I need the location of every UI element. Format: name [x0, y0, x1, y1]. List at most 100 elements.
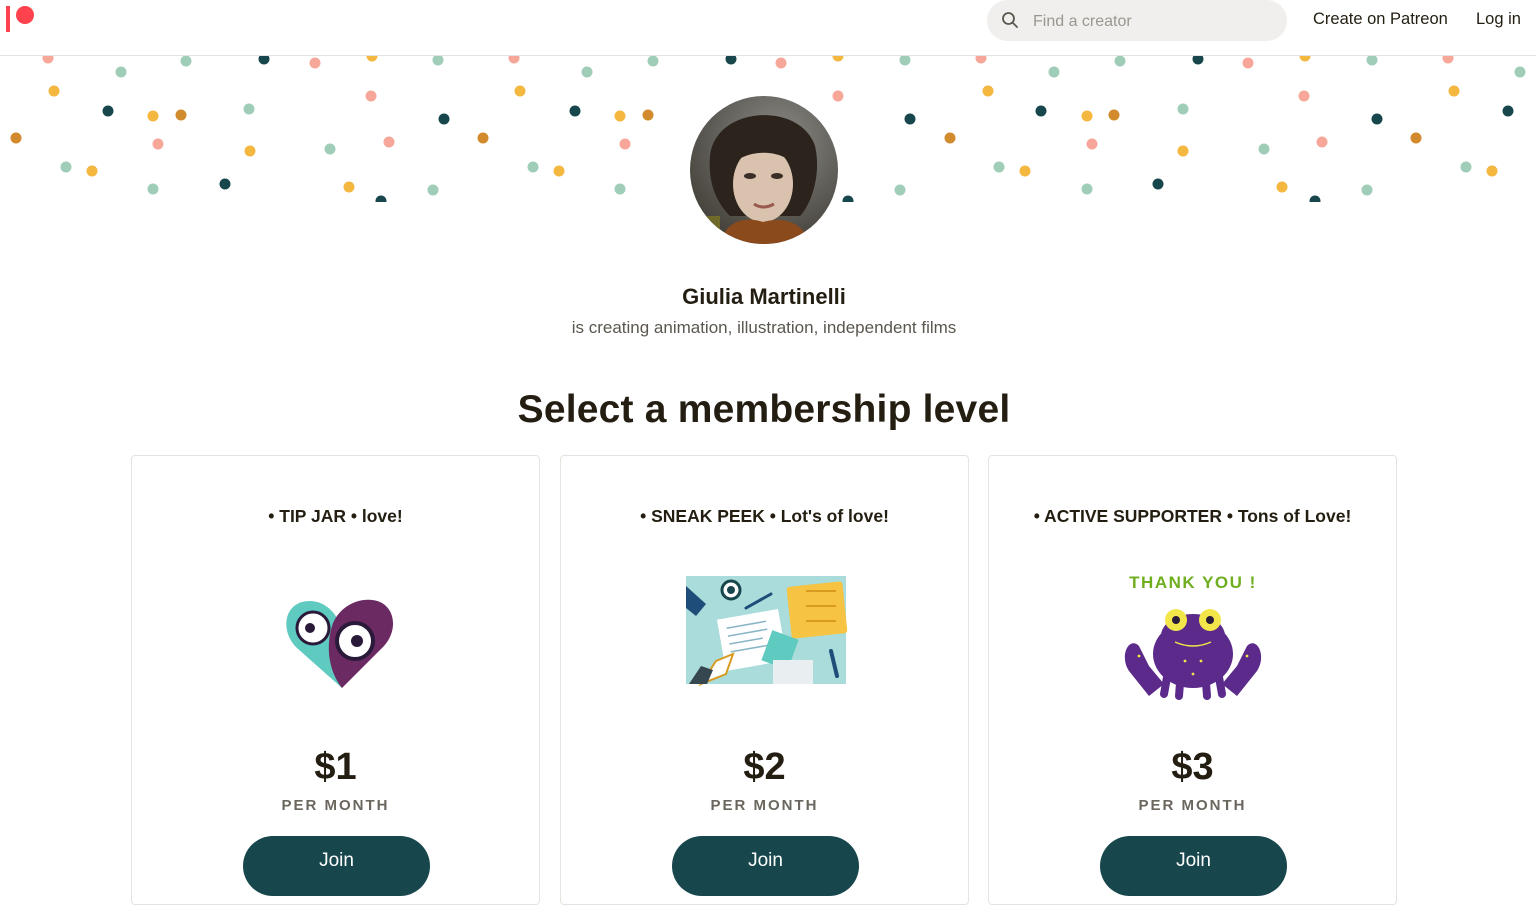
confetti-dot [1177, 103, 1189, 115]
confetti-dot [642, 109, 654, 121]
thank-you-frog-illustration: THANK YOU ! [989, 566, 1396, 706]
confetti-dot [1108, 109, 1120, 121]
join-button-tip-jar[interactable]: Join [243, 836, 430, 896]
search-input[interactable] [1031, 8, 1275, 36]
create-on-patreon-link[interactable]: Create on Patreon [1313, 10, 1448, 29]
confetti-dot [975, 56, 987, 64]
confetti-dot [1448, 85, 1460, 97]
confetti-dot [244, 145, 256, 157]
confetti-dot [324, 143, 336, 155]
confetti-dot [1371, 113, 1383, 125]
tier-card-tip-jar: • TIP JAR • love! $1 PER MONTH Join [131, 455, 540, 905]
confetti-dot [1299, 56, 1311, 62]
confetti-dot [832, 56, 844, 62]
confetti-dot [115, 66, 127, 78]
confetti-dot [993, 161, 1005, 173]
confetti-dot [619, 138, 631, 150]
desk-sketch-illustration [561, 566, 968, 706]
confetti-dot [86, 165, 98, 177]
confetti-dot [1442, 56, 1454, 64]
confetti-dot [1081, 183, 1093, 195]
heart-eyes-illustration [132, 566, 539, 706]
confetti-dot [10, 132, 22, 144]
confetti-dot [152, 138, 164, 150]
confetti-dot [527, 161, 539, 173]
confetti-dot [1361, 184, 1373, 196]
confetti-dot [365, 90, 377, 102]
confetti-dot [432, 56, 444, 66]
confetti-dot [1242, 57, 1254, 69]
confetti-dot [147, 110, 159, 122]
confetti-dot [1258, 143, 1270, 155]
confetti-dot [1502, 105, 1514, 117]
confetti-dot [1316, 136, 1328, 148]
top-navigation-bar: Create on Patreon Log in [0, 0, 1536, 56]
confetti-dot [383, 136, 395, 148]
confetti-dot [1276, 181, 1288, 193]
confetti-dot [60, 161, 72, 173]
confetti-dot [725, 56, 737, 65]
login-link[interactable]: Log in [1476, 10, 1521, 29]
patreon-logo[interactable] [6, 6, 36, 32]
join-button-sneak-peek[interactable]: Join [672, 836, 859, 896]
search-icon [1002, 12, 1018, 28]
confetti-dot [1309, 195, 1321, 202]
confetti-dot [375, 195, 387, 202]
confetti-dot [42, 56, 54, 64]
confetti-dot [309, 57, 321, 69]
creator-avatar[interactable] [690, 96, 838, 244]
confetti-dot [832, 90, 844, 102]
confetti-dot [1177, 145, 1189, 157]
confetti-dot [982, 85, 994, 97]
confetti-dot [899, 56, 911, 66]
confetti-dot [775, 57, 787, 69]
tier-period: PER MONTH [281, 797, 390, 814]
confetti-dot [647, 56, 659, 67]
confetti-dot [1192, 56, 1204, 65]
confetti-dot [1410, 132, 1422, 144]
search-box[interactable] [987, 0, 1287, 41]
confetti-dot [48, 85, 60, 97]
tier-card-sneak-peek: • SNEAK PEEK • Lot's of love! $2 PER MON… [560, 455, 969, 905]
confetti-dot [842, 195, 854, 202]
confetti-dot [258, 56, 270, 65]
confetti-dot [147, 183, 159, 195]
confetti-dot [1514, 66, 1526, 78]
confetti-dot [180, 56, 192, 67]
tier-price: $1 [314, 746, 357, 788]
confetti-dot [1019, 165, 1031, 177]
confetti-dot [366, 56, 378, 62]
confetti-dot [477, 132, 489, 144]
tier-period: PER MONTH [710, 797, 819, 814]
confetti-dot [614, 110, 626, 122]
confetti-dot [1152, 178, 1164, 190]
confetti-dot [1114, 56, 1126, 67]
confetti-dot [1035, 105, 1047, 117]
confetti-dot [427, 184, 439, 196]
tier-name: • SNEAK PEEK • Lot's of love! [640, 506, 889, 526]
membership-section-title: Select a membership level [517, 388, 1011, 431]
tier-price: $3 [1171, 746, 1214, 788]
confetti-dot [581, 66, 593, 78]
confetti-dot [102, 105, 114, 117]
tier-card-active-supporter: • ACTIVE SUPPORTER • Tons of Love! THANK… [988, 455, 1397, 905]
confetti-dot [514, 85, 526, 97]
confetti-dot [343, 181, 355, 193]
tier-name: • ACTIVE SUPPORTER • Tons of Love! [1033, 506, 1352, 526]
confetti-dot [894, 184, 906, 196]
confetti-dot [944, 132, 956, 144]
join-button-active-supporter[interactable]: Join [1100, 836, 1287, 896]
confetti-dot [614, 183, 626, 195]
confetti-dot [243, 103, 255, 115]
confetti-dot [219, 178, 231, 190]
confetti-dot [569, 105, 581, 117]
confetti-dot [1086, 138, 1098, 150]
frog-caption: THANK YOU ! [1129, 573, 1257, 592]
tier-name: • TIP JAR • love! [268, 506, 403, 526]
confetti-dot [1081, 110, 1093, 122]
confetti-dot [1048, 66, 1060, 78]
confetti-dot [175, 109, 187, 121]
creator-name: Giulia Martinelli [682, 284, 846, 309]
confetti-dot [904, 113, 916, 125]
confetti-dot [1298, 90, 1310, 102]
